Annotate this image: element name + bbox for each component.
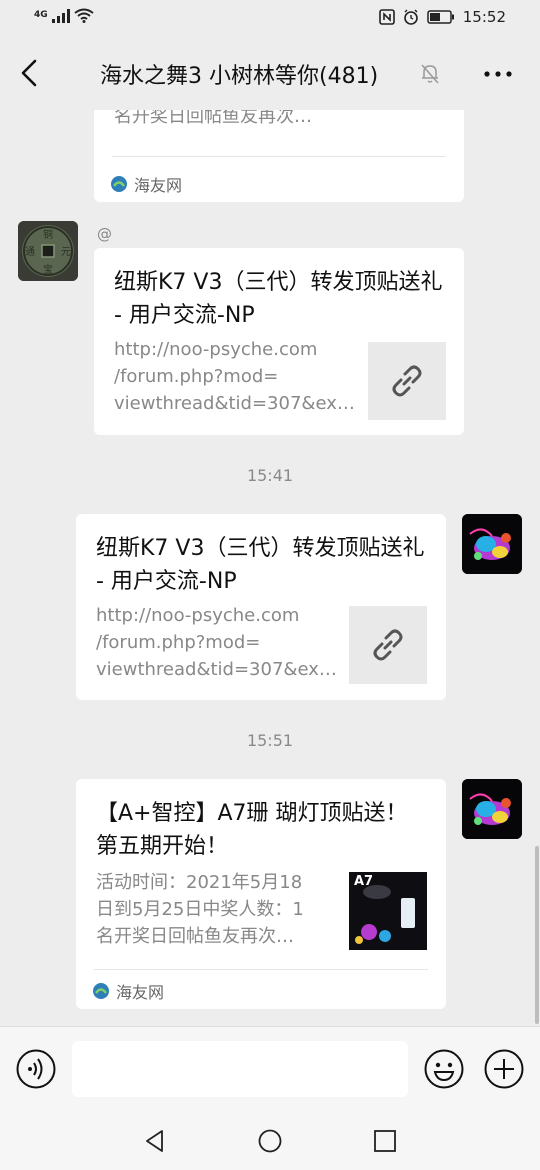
link-card-title: 纽斯K7 V3（三代）转发顶贴送礼 - 用户交流-NP: [114, 270, 443, 328]
link-card-title: 纽斯K7 V3（三代）转发顶贴送礼 - 用户交流-NP: [96, 536, 425, 594]
system-navigation-bar: [0, 1112, 540, 1170]
alarm-icon: [403, 9, 418, 25]
link-card[interactable]: 纽斯K7 V3（三代）转发顶贴送礼 - 用户交流-NP http://noo-p…: [94, 248, 464, 435]
thumbnail-label: A7: [354, 874, 374, 889]
link-card-url: http://noo-psyche.com /forum.php?mod= vi…: [114, 339, 355, 414]
link-card[interactable]: 纽斯K7 V3（三代）转发顶贴送礼 - 用户交流-NP http://noo-p…: [76, 514, 446, 700]
more-options-icon[interactable]: [482, 62, 514, 86]
clock-time: 15:52: [462, 8, 506, 26]
link-card-description: 活动时间：2021年5月18 日到5月25日中奖人数：1 名开奖日回帖鱼友再次…: [96, 872, 304, 947]
voice-input-icon[interactable]: [16, 1049, 56, 1089]
haiyou-logo-icon: [111, 176, 127, 192]
signal-icon: [51, 8, 70, 23]
link-thumbnail: [368, 342, 446, 420]
coral-avatar-icon: [462, 514, 522, 574]
message-input[interactable]: [72, 1041, 408, 1097]
nav-home-icon[interactable]: [257, 1128, 283, 1154]
link-card-description: 日到5月25日中奖人数：1 名开奖日回帖鱼友再次…: [114, 110, 312, 127]
chat-header: 海水之舞3 小树林等你(481): [0, 36, 540, 110]
back-arrow-icon[interactable]: [14, 54, 46, 92]
scrollbar[interactable]: [535, 846, 539, 1024]
svg-text:宝: 宝: [43, 263, 53, 276]
plus-icon[interactable]: [484, 1049, 524, 1089]
status-bar: 4G 15:52: [0, 0, 540, 36]
link-icon: [392, 365, 422, 397]
nav-recents-icon[interactable]: [372, 1128, 398, 1154]
message-timestamp: 15:51: [246, 731, 294, 750]
coral-avatar-icon: [462, 779, 522, 839]
link-source-label: 海友网: [116, 983, 165, 1002]
network-type-label: 4G: [34, 10, 48, 20]
message-timestamp: 15:41: [246, 466, 294, 485]
svg-text:通: 通: [25, 246, 35, 258]
my-avatar[interactable]: [462, 514, 522, 574]
haiyou-logo-icon: [93, 983, 109, 999]
nav-back-icon[interactable]: [142, 1128, 168, 1154]
my-avatar[interactable]: [462, 779, 522, 839]
coin-avatar-icon: 铜 宝 通 元: [18, 221, 78, 281]
message-list[interactable]: 日到5月25日中奖人数：1 名开奖日回帖鱼友再次… 海友网 铜 宝 通 元: [0, 110, 540, 1026]
link-thumbnail: [349, 606, 427, 684]
wifi-icon: [74, 8, 94, 23]
link-source-label: 海友网: [134, 176, 183, 195]
svg-text:铜: 铜: [43, 229, 53, 241]
svg-text:元: 元: [61, 247, 71, 258]
link-card-url: http://noo-psyche.com /forum.php?mod= vi…: [96, 605, 337, 680]
emoji-icon[interactable]: [424, 1049, 464, 1089]
input-bar: [0, 1026, 540, 1113]
mute-bell-icon: [421, 64, 439, 84]
link-card-title: 【A+智控】A7珊 瑚灯顶贴送！第五期开始！: [96, 801, 408, 859]
battery-icon: [427, 10, 454, 24]
avatar[interactable]: 铜 宝 通 元: [18, 221, 78, 281]
sender-name: @: [97, 225, 112, 243]
link-card[interactable]: 日到5月25日中奖人数：1 名开奖日回帖鱼友再次… 海友网: [94, 110, 464, 202]
link-icon: [373, 629, 403, 661]
link-card[interactable]: 【A+智控】A7珊 瑚灯顶贴送！第五期开始！ 活动时间：2021年5月18 日到…: [76, 779, 446, 1009]
link-thumbnail: A7: [349, 872, 427, 950]
nfc-icon: [378, 9, 395, 25]
chat-title: 海水之舞3 小树林等你(481): [100, 64, 379, 89]
